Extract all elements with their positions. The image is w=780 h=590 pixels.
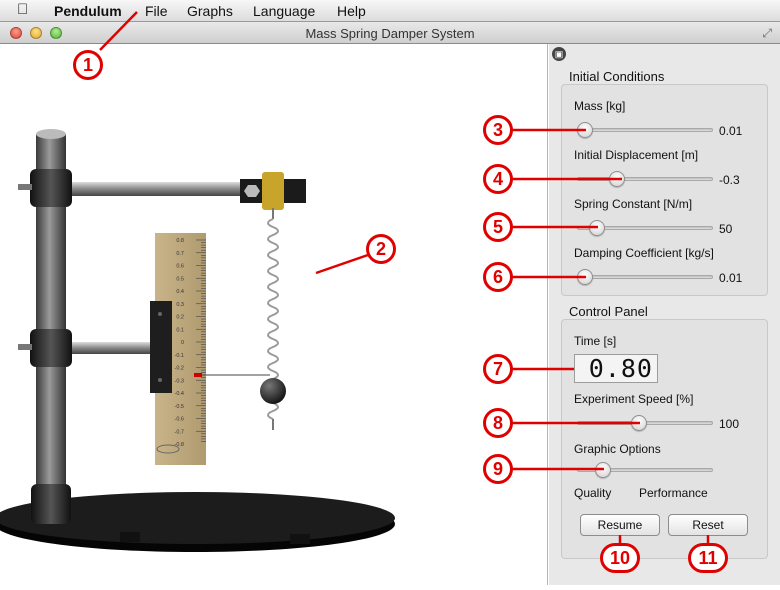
ruler-tick-label: 0.1	[176, 327, 184, 333]
callout-3: 3	[483, 115, 513, 145]
control-panel-title: Control Panel	[569, 304, 648, 319]
callout-7: 7	[483, 354, 513, 384]
ruler-tick-label: -0.8	[175, 442, 184, 448]
menu-file[interactable]: File	[145, 3, 168, 19]
speed-value: 100	[719, 417, 740, 431]
apple-menu-icon[interactable]: 	[17, 1, 28, 18]
performance-label: Performance	[639, 486, 708, 500]
damping-value: 0.01	[719, 271, 743, 285]
ruler-tick-label: -0.2	[175, 366, 184, 372]
menu-app-name[interactable]: Pendulum	[54, 3, 122, 19]
spring-constant-slider-thumb[interactable]	[589, 220, 605, 236]
resume-button[interactable]: Resume	[580, 514, 660, 536]
ruler-tick-label: 0.6	[176, 264, 184, 270]
ruler-tick-label: 0.2	[176, 315, 184, 321]
displacement-label: Initial Displacement [m]	[574, 148, 699, 162]
time-display: 0.80	[574, 354, 658, 383]
displacement-slider-track[interactable]	[577, 177, 713, 181]
menu-language[interactable]: Language	[253, 3, 315, 19]
mass-label: Mass [kg]	[574, 99, 626, 113]
callout-1: 1	[73, 50, 103, 80]
damping-slider-track[interactable]	[577, 275, 713, 279]
callout-5: 5	[483, 212, 513, 242]
ruler-tick-label: 0	[181, 340, 184, 346]
callout-2: 2	[366, 234, 396, 264]
callout-8: 8	[483, 408, 513, 438]
collapse-icon[interactable]: ▣	[552, 47, 566, 61]
fullscreen-icon[interactable]: ⤢	[762, 26, 772, 41]
ruler-tick-label: -0.1	[175, 353, 184, 359]
spring-constant-label: Spring Constant [N/m]	[574, 197, 693, 211]
ruler-tick-label: -0.7	[175, 429, 184, 435]
simulation-scene: 0.8 0.7 0.6 0.5 0.4 0.3 0.2 0.1 0 -0.1 -0.2 -0.3 -0.…	[0, 44, 548, 585]
graphic-options-slider-thumb[interactable]	[595, 462, 611, 478]
callout-6: 6	[483, 262, 513, 292]
spring-constant-value: 50	[719, 222, 733, 236]
lower-arm	[18, 329, 158, 367]
speed-slider-thumb[interactable]	[631, 415, 647, 431]
damping-slider-thumb[interactable]	[577, 269, 593, 285]
mass-slider-thumb[interactable]	[577, 122, 593, 138]
upper-arm	[18, 169, 306, 210]
menu-graphs[interactable]: Graphs	[187, 3, 233, 19]
callout-4: 4	[483, 164, 513, 194]
displacement-value: -0.3	[719, 173, 740, 187]
reset-button[interactable]: Reset	[668, 514, 748, 536]
mass-value: 0.01	[719, 124, 743, 138]
initial-conditions-group	[561, 84, 768, 296]
menu-help[interactable]: Help	[337, 3, 366, 19]
ruler-tick-label: -0.3	[175, 378, 184, 384]
callout-11: 11	[688, 543, 728, 573]
graphic-options-label: Graphic Options	[574, 442, 661, 456]
time-label: Time [s]	[574, 334, 617, 348]
scale-ruler: 0.8 0.7 0.6 0.5 0.4 0.3 0.2 0.1 0 -0.1 -0.2 -0.3 -0.…	[150, 233, 270, 465]
menu-bar:  Pendulum File Graphs Language Help	[0, 0, 780, 22]
control-sidebar: ▣ Initial Conditions Mass [kg] 0.01 Init…	[549, 44, 780, 585]
damping-label: Damping Coefficient [kg/s]	[574, 246, 714, 260]
initial-conditions-title: Initial Conditions	[569, 69, 665, 84]
ruler-tick-label: -0.4	[175, 391, 184, 397]
window-titlebar: Mass Spring Damper System ⤢	[0, 22, 780, 44]
ruler-tick-label: 0.3	[176, 302, 184, 308]
ruler-tick-label: -0.5	[175, 404, 184, 410]
ruler-tick-label: 0.5	[176, 276, 184, 282]
ruler-tick-label: -0.6	[175, 417, 184, 423]
quality-label: Quality	[574, 486, 612, 500]
ruler-tick-label: 0.8	[176, 238, 184, 244]
ruler-tick-label: 0.7	[176, 251, 184, 257]
window-title: Mass Spring Damper System	[305, 26, 475, 41]
apparatus-drawing: 0.8 0.7 0.6 0.5 0.4 0.3 0.2 0.1 0 -0.1 -0.2 -0.3 -0.…	[0, 129, 395, 552]
callout-10: 10	[600, 543, 640, 573]
mass-ball	[260, 378, 286, 404]
mass-slider-track[interactable]	[577, 128, 713, 132]
callout-9: 9	[483, 454, 513, 484]
speed-label: Experiment Speed [%]	[574, 392, 694, 406]
ruler-tick-label: 0.4	[176, 289, 184, 295]
